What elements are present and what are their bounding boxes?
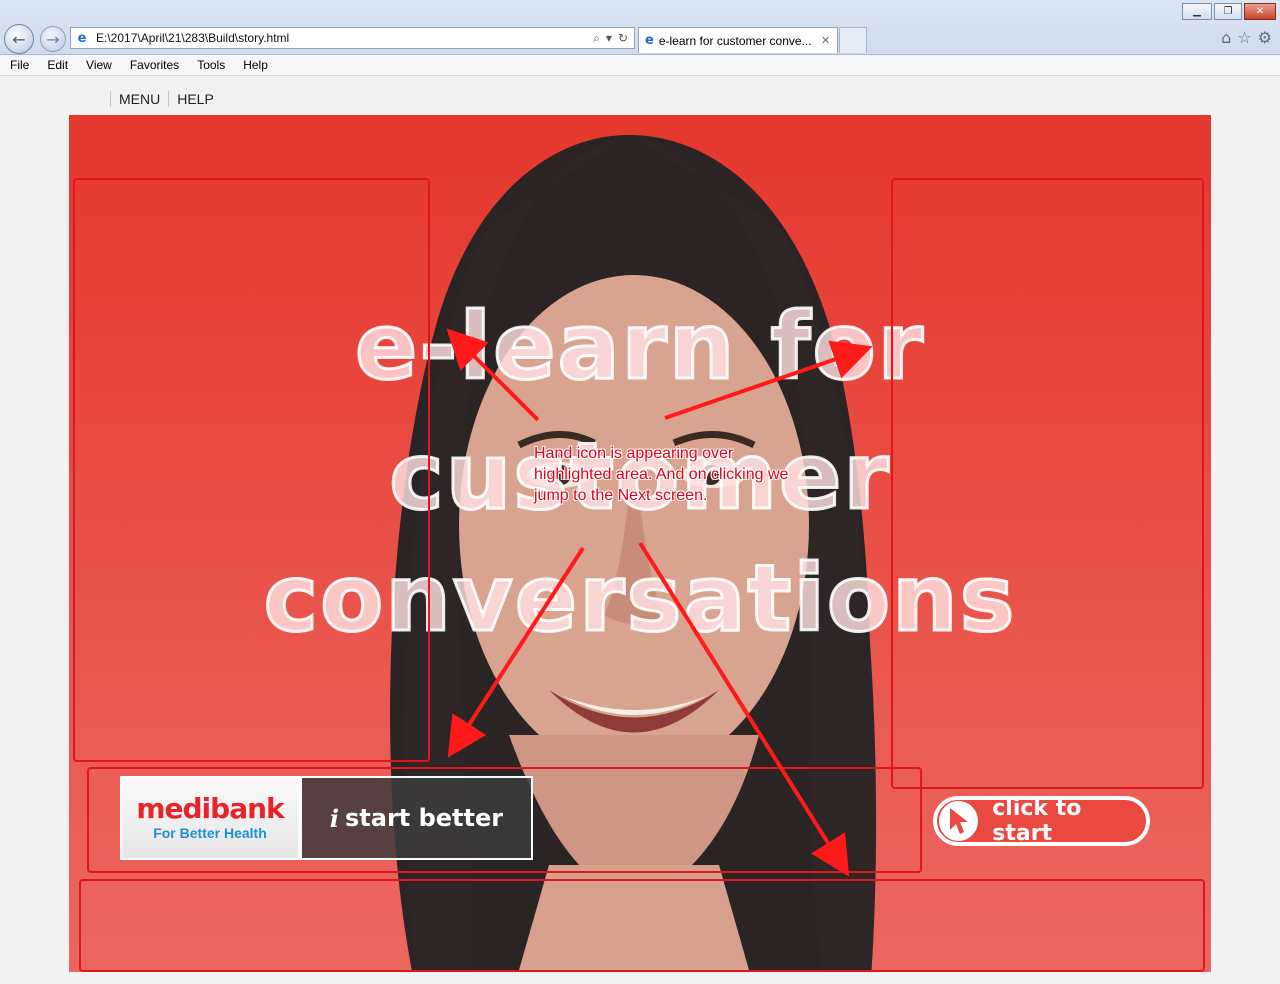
arrow-right-icon: → bbox=[46, 29, 60, 49]
dropdown-icon[interactable]: ▾ bbox=[606, 31, 612, 46]
ie-page-icon: e bbox=[77, 30, 87, 46]
tab-current[interactable]: e e-learn for customer conve... ✕ bbox=[638, 27, 838, 53]
close-window-button[interactable]: ✕ bbox=[1244, 3, 1276, 20]
player-menu-button[interactable]: MENU bbox=[110, 91, 168, 107]
ie-tab-icon: e bbox=[645, 33, 654, 48]
minimize-button[interactable]: ▁ bbox=[1182, 3, 1212, 20]
menu-favorites[interactable]: Favorites bbox=[121, 58, 188, 72]
slide-title-line-3: conversations bbox=[262, 544, 1017, 654]
tab-close-icon[interactable]: ✕ bbox=[821, 34, 837, 47]
slide-title-line-1: e-learn for bbox=[353, 292, 926, 402]
address-url[interactable]: E:\2017\April\21\283\Build\story.html bbox=[96, 31, 593, 45]
refresh-icon[interactable]: ↻ bbox=[618, 31, 628, 46]
slogan-text: start better bbox=[344, 804, 504, 832]
gear-icon[interactable]: ⚙ bbox=[1258, 28, 1272, 47]
logo-tagline: For Better Health bbox=[153, 825, 267, 841]
menu-help[interactable]: Help bbox=[234, 58, 277, 72]
player-help-button[interactable]: HELP bbox=[168, 91, 222, 107]
medibank-logo: medibank For Better Health bbox=[120, 776, 300, 860]
slogan-i: i bbox=[329, 803, 339, 833]
slogan-box: i start better bbox=[300, 776, 533, 860]
annotation-note: Hand icon is appearing over highlighted … bbox=[534, 445, 789, 504]
cursor-pointer-icon bbox=[939, 801, 979, 841]
address-bar[interactable]: e E:\2017\April\21\283\Build\story.html … bbox=[70, 27, 635, 49]
home-icon[interactable]: ⌂ bbox=[1221, 28, 1231, 47]
menu-view[interactable]: View bbox=[77, 58, 121, 72]
menu-tools[interactable]: Tools bbox=[188, 58, 234, 72]
logo-brand: medibank bbox=[136, 792, 284, 825]
tab-title: e-learn for customer conve... bbox=[658, 33, 812, 48]
menu-bar: File Edit View Favorites Tools Help bbox=[0, 55, 1280, 76]
start-label: click to start bbox=[992, 796, 1082, 846]
restore-button[interactable]: ❐ bbox=[1214, 3, 1242, 20]
new-tab-button[interactable] bbox=[839, 27, 867, 53]
search-icon[interactable]: ⌕ bbox=[593, 31, 600, 46]
back-button[interactable]: ← bbox=[4, 24, 34, 54]
menu-file[interactable]: File bbox=[0, 58, 38, 72]
player-menu: MENU HELP bbox=[110, 91, 222, 107]
page-content: MENU HELP e-learn for customer conversat… bbox=[0, 76, 1280, 984]
forward-button[interactable]: → bbox=[40, 26, 66, 52]
browser-toolbar: ▁ ❐ ✕ ← → e E:\2017\April\21\283\Build\s… bbox=[0, 0, 1280, 55]
menu-edit[interactable]: Edit bbox=[38, 58, 77, 72]
arrow-left-icon: ← bbox=[12, 29, 26, 49]
click-to-start-button[interactable]: click to start bbox=[933, 796, 1150, 846]
favorites-star-icon[interactable]: ☆ bbox=[1237, 28, 1251, 47]
slide-stage: e-learn for customer conversations medib… bbox=[69, 115, 1211, 972]
